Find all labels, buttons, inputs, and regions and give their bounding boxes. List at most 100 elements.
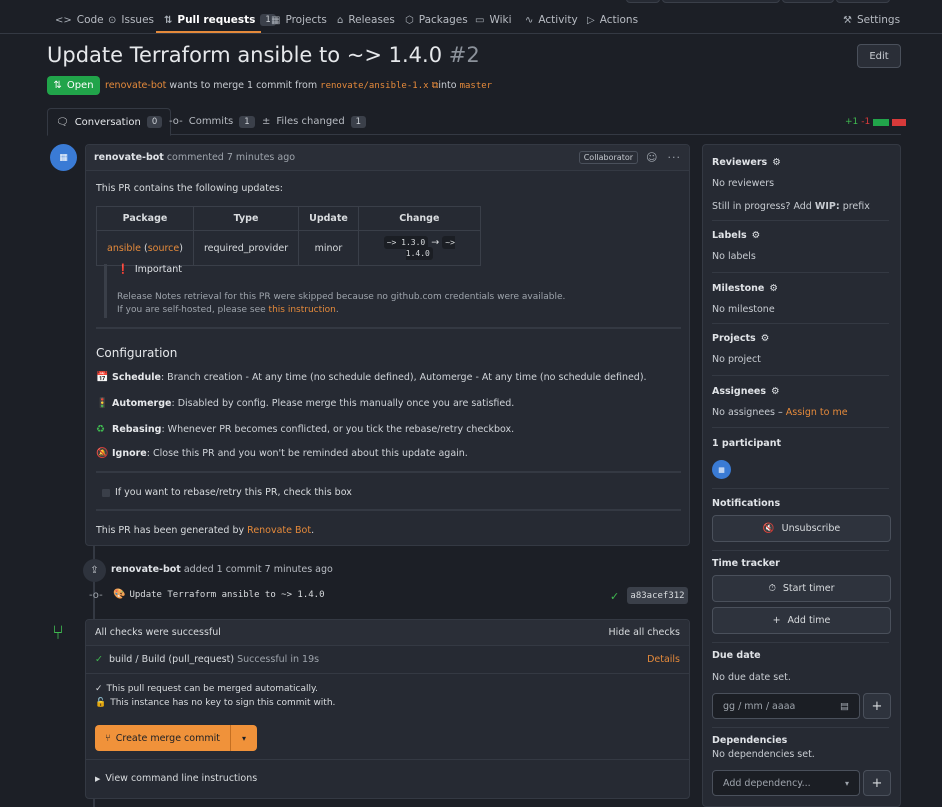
start-timer-button[interactable]: ⏱ Start timer bbox=[712, 575, 891, 602]
command-line-toggle[interactable]: ▶ View command line instructions bbox=[95, 773, 257, 784]
reviewers-header[interactable]: Reviewers ⚙ bbox=[712, 157, 781, 168]
nav-releases[interactable]: ⌂ Releases bbox=[337, 10, 395, 30]
unsubscribe-button[interactable]: 🔇 Unsubscribe bbox=[712, 515, 891, 542]
gear-icon[interactable]: ⚙ bbox=[772, 157, 781, 168]
projects-header[interactable]: Projects ⚙ bbox=[712, 333, 769, 344]
merge-icon: ⑂ bbox=[105, 732, 111, 744]
comment-icon: 🗨 bbox=[56, 116, 69, 128]
create-merge-commit-button[interactable]: ⑂ Create merge commit bbox=[95, 725, 231, 751]
assignees-header[interactable]: Assignees ⚙ bbox=[712, 386, 780, 397]
header-button[interactable] bbox=[782, 0, 834, 3]
nav-pull-requests[interactable]: ⇅ Pull requests 1 bbox=[164, 10, 276, 30]
hide-checks-link[interactable]: Hide all checks bbox=[608, 627, 680, 638]
important-callout: ❗ Important Release Notes retrieval for t… bbox=[104, 264, 565, 318]
plus-icon: + bbox=[871, 698, 883, 714]
participants-header: 1 participant bbox=[712, 438, 782, 449]
book-icon: ▭ bbox=[475, 14, 485, 26]
commit-icon: -o- bbox=[169, 116, 183, 127]
exclamation-icon: ❗ bbox=[117, 264, 129, 275]
nav-actions[interactable]: ▷ Actions bbox=[587, 10, 638, 30]
instruction-link[interactable]: this instruction bbox=[269, 305, 336, 315]
merge-icon: ⑂ bbox=[52, 620, 64, 644]
rebase-checkbox[interactable] bbox=[102, 488, 110, 497]
reaction-icon[interactable]: ☺ bbox=[646, 151, 657, 164]
renovate-link[interactable]: Renovate Bot bbox=[247, 525, 311, 536]
intro-text: This PR contains the following updates: bbox=[96, 183, 283, 194]
package-link[interactable]: ansible bbox=[107, 243, 141, 254]
chevron-down-icon: ▾ bbox=[844, 778, 849, 788]
project-icon: ▦ bbox=[271, 14, 281, 26]
calendar-icon[interactable]: ▤ bbox=[840, 701, 849, 712]
diff-stat: +1 -1 bbox=[845, 117, 907, 127]
milestone-header[interactable]: Milestone ⚙ bbox=[712, 283, 778, 294]
gear-icon[interactable]: ⚙ bbox=[752, 230, 761, 241]
commit-row: 🎨 Update Terraform ansible to ~> 1.4.0 bbox=[113, 589, 325, 600]
signing-status: 🔓 This instance has no key to sign this c… bbox=[95, 698, 336, 708]
labels-header[interactable]: Labels ⚙ bbox=[712, 230, 760, 241]
unlock-icon: 🔓 bbox=[95, 698, 107, 708]
gear-icon[interactable]: ⚙ bbox=[769, 283, 778, 294]
author-link[interactable]: renovate-bot bbox=[105, 80, 166, 91]
pr-sidebar: Reviewers ⚙ No reviewers Still in progres… bbox=[702, 144, 901, 807]
updates-table: Package Type Update Change ansible (sour… bbox=[96, 206, 481, 266]
nav-projects[interactable]: ▦ Projects bbox=[271, 10, 327, 30]
divider bbox=[712, 220, 889, 221]
header-button[interactable] bbox=[662, 0, 780, 3]
commit-message[interactable]: Update Terraform ansible to ~> 1.4.0 bbox=[129, 590, 324, 600]
active-nav-underline bbox=[156, 31, 261, 33]
avatar[interactable]: ▦ bbox=[50, 144, 77, 171]
code-icon: <> bbox=[55, 14, 72, 26]
tab-files-changed[interactable]: ± Files changed 1 bbox=[254, 108, 374, 135]
nav-wiki[interactable]: ▭ Wiki bbox=[475, 10, 512, 30]
nav-packages[interactable]: ⬡ Packages bbox=[405, 10, 468, 30]
source-link[interactable]: source bbox=[148, 243, 180, 254]
divider bbox=[86, 759, 689, 760]
gear-icon[interactable]: ⚙ bbox=[761, 333, 770, 344]
divider bbox=[712, 272, 889, 273]
details-link[interactable]: Details bbox=[647, 654, 680, 665]
head-branch[interactable]: renovate/ansible-1.x bbox=[320, 81, 428, 91]
pr-number: #2 bbox=[448, 43, 480, 67]
divider bbox=[96, 509, 681, 511]
add-dependency-select[interactable]: Add dependency... ▾ bbox=[712, 770, 860, 796]
wip-hint: Still in progress? Add WIP: prefix bbox=[712, 201, 870, 212]
nav-activity[interactable]: ∿ Activity bbox=[525, 10, 578, 30]
divider bbox=[712, 323, 889, 324]
base-branch[interactable]: master bbox=[460, 81, 493, 91]
issue-icon: ⊙ bbox=[108, 14, 117, 26]
more-options-icon[interactable]: ··· bbox=[668, 151, 682, 164]
plus-icon: + bbox=[772, 615, 781, 626]
footer-text: This PR has been generated by Renovate B… bbox=[96, 525, 315, 536]
time-tracker-header: Time tracker bbox=[712, 558, 780, 569]
tab-conversation[interactable]: 🗨 Conversation 0 bbox=[47, 108, 172, 136]
nav-settings[interactable]: ⚒ Settings bbox=[843, 10, 900, 30]
nav-code[interactable]: <> Code bbox=[55, 10, 104, 30]
due-date-input[interactable]: gg / mm / aaaa ▤ bbox=[712, 693, 860, 719]
add-time-button[interactable]: + Add time bbox=[712, 607, 891, 634]
participant-avatar[interactable]: ▦ bbox=[712, 460, 731, 479]
table-row: ansible (source) required_provider minor… bbox=[96, 230, 481, 266]
add-due-date-button[interactable]: + bbox=[863, 693, 891, 719]
commit-sha[interactable]: a83acef312 bbox=[627, 587, 688, 604]
check-icon: ✓ bbox=[95, 654, 103, 665]
divider bbox=[712, 642, 889, 643]
check-item: ✓ build / Build (pull_request) Successfu… bbox=[86, 646, 689, 674]
assign-to-me-link[interactable]: Assign to me bbox=[786, 407, 848, 418]
merge-style-dropdown[interactable]: ▾ bbox=[231, 725, 257, 751]
add-dependency-button[interactable]: + bbox=[863, 770, 891, 796]
header-button[interactable] bbox=[626, 0, 660, 3]
mute-icon: 🔇 bbox=[762, 523, 775, 534]
diff-bar-add bbox=[873, 118, 890, 126]
header-button[interactable] bbox=[836, 0, 890, 3]
avatar: 🎨 bbox=[113, 589, 126, 600]
divider bbox=[712, 727, 889, 728]
nav-issues[interactable]: ⊙ Issues bbox=[108, 10, 154, 30]
comment-header: renovate-bot commented 7 minutes ago Coll… bbox=[86, 145, 689, 171]
checks-header: All checks were successful Hide all chec… bbox=[86, 620, 689, 646]
gear-icon[interactable]: ⚙ bbox=[771, 386, 780, 397]
dependencies-header: Dependencies bbox=[712, 735, 788, 746]
pr-title: Update Terraform ansible to ~> 1.4.0 #2 bbox=[47, 43, 480, 67]
edit-button[interactable]: Edit bbox=[857, 44, 901, 68]
tab-commits[interactable]: -o- Commits 1 bbox=[161, 108, 263, 135]
due-date-header: Due date bbox=[712, 650, 761, 661]
